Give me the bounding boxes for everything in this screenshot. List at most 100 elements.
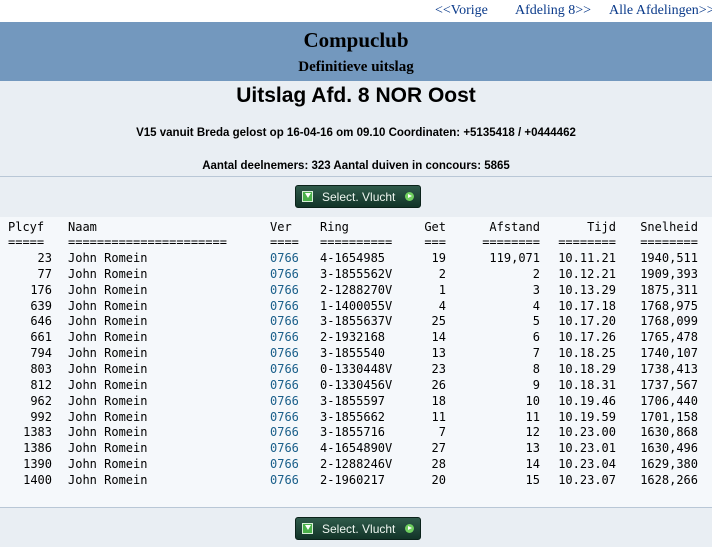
cell-tijd: 10.23.07 xyxy=(558,472,616,487)
cell-afstand: 11 xyxy=(525,409,540,424)
cell-ver[interactable]: 0766 xyxy=(270,457,299,471)
cell-plcyf: 803 xyxy=(30,361,52,376)
cell-snelheid: 1940,511 xyxy=(640,251,698,265)
cell-snelheid: 1768,975 xyxy=(640,298,698,313)
cell-tijd: 10.13.29 xyxy=(558,282,616,297)
cell-ring: 3-1855637V xyxy=(320,314,393,329)
cell-ring: 3-1855662 xyxy=(320,409,386,424)
cell-get: === xyxy=(424,235,446,249)
cell-plcyf: 1386 xyxy=(23,441,52,456)
cell-ver[interactable]: 0766 xyxy=(270,346,299,360)
cell-ver[interactable]: 0766 xyxy=(270,441,299,455)
cell-afstand: 9 xyxy=(532,377,540,392)
cell-get: 19 xyxy=(431,251,446,265)
cell-snelheid: 1629,380 xyxy=(640,457,698,472)
table-row: 962 John Romein 0766 3-1855597 18 10 10.19.46 1… xyxy=(0,394,712,410)
cell-ver[interactable]: 0766 xyxy=(270,425,299,439)
results-table: Plcyf Naam Ver Ring Get Afstand Tijd Snelheid ==… xyxy=(0,217,712,507)
cell-snelheid: 1630,868 xyxy=(640,425,698,440)
cell-plcyf: 1383 xyxy=(23,425,52,440)
cell-snelheid: 1630,496 xyxy=(640,441,698,456)
cell-naam: ====================== xyxy=(68,235,227,249)
participants-info: Aantal deelnemers: 323 Aantal duiven in … xyxy=(202,160,510,172)
top-navigation: <<Vorige Afdeling 8>> Alle Afdelingen>> xyxy=(0,0,712,22)
cell-tijd: 10.18.25 xyxy=(558,346,616,361)
cell-ver[interactable]: 0766 xyxy=(270,394,299,408)
cell-get: Get xyxy=(424,220,446,234)
cell-tijd: 10.19.59 xyxy=(558,409,616,424)
table-row: 77 John Romein 0766 3-1855562V 2 2 10.12.21 190… xyxy=(0,267,712,283)
table-row: 639 John Romein 0766 1-1400055V 4 4 10.17.18 17… xyxy=(0,299,712,315)
cell-ver[interactable]: 0766 xyxy=(270,314,299,328)
cell-naam: John Romein xyxy=(68,361,148,376)
cell-plcyf: 992 xyxy=(30,409,52,424)
cell-ring: 2-1960217 xyxy=(320,472,386,487)
cell-get: 1 xyxy=(438,282,446,297)
cell-afstand: 12 xyxy=(525,425,540,440)
cell-tijd: 10.12.21 xyxy=(558,266,616,281)
cell-naam: John Romein xyxy=(68,282,148,297)
cell-ring: 3-1855562V xyxy=(320,266,393,281)
cell-afstand: 3 xyxy=(532,282,540,297)
cell-ring: 2-1932168 xyxy=(320,330,386,345)
cell-ver[interactable]: 0766 xyxy=(270,473,299,487)
cell-ver[interactable]: 0766 xyxy=(270,267,299,281)
cell-afstand: 14 xyxy=(525,457,540,472)
cell-get: 14 xyxy=(431,330,446,345)
cell-plcyf: 1390 xyxy=(23,457,52,472)
cell-ver[interactable]: 0766 xyxy=(270,251,299,265)
cell-ver[interactable]: 0766 xyxy=(270,378,299,392)
page-title: Uitslag Afd. 8 NOR Oost xyxy=(236,84,476,107)
select-flight-button-bottom[interactable]: Select. Vlucht xyxy=(295,517,421,540)
cell-ring: 4-1654985 xyxy=(320,251,386,265)
cell-naam: Naam xyxy=(68,220,97,234)
table-row: 661 John Romein 0766 2-1932168 14 6 10.17.26 17… xyxy=(0,330,712,346)
cell-snelheid: ======== xyxy=(640,235,698,249)
table-header-row: Plcyf Naam Ver Ring Get Afstand Tijd Snelheid xyxy=(0,220,712,236)
select-flight-button-top[interactable]: Select. Vlucht xyxy=(295,185,421,208)
cell-afstand: 10 xyxy=(525,393,540,408)
cell-get: 20 xyxy=(431,472,446,487)
cell-snelheid: Snelheid xyxy=(640,220,698,234)
button-label: Select. Vlucht xyxy=(322,190,396,204)
cell-snelheid: 1738,413 xyxy=(640,361,698,376)
cell-plcyf: 794 xyxy=(30,346,52,361)
cell-afstand: 13 xyxy=(525,441,540,456)
cell-ring: 2-1288270V xyxy=(320,282,393,297)
table-row: 794 John Romein 0766 3-1855540 13 7 10.18.25 17… xyxy=(0,346,712,362)
cell-ring: Ring xyxy=(320,220,349,234)
cell-get: 27 xyxy=(431,441,446,456)
cell-tijd: 10.17.20 xyxy=(558,314,616,329)
cell-naam: John Romein xyxy=(68,266,148,281)
table-row: 1386 John Romein 0766 4-1654890V 27 13 10.23.0… xyxy=(0,441,712,457)
page-header: Compuclub Definitieve uitslag xyxy=(0,22,712,81)
cell-plcyf: 176 xyxy=(30,282,52,297)
cell-get: 13 xyxy=(431,346,446,361)
cell-ring: 0-1330456V xyxy=(320,377,393,392)
afdeling-link[interactable]: Afdeling 8>> xyxy=(515,3,591,19)
cell-naam: John Romein xyxy=(68,377,148,392)
table-row: 176 John Romein 0766 2-1288270V 1 3 10.13.29 18… xyxy=(0,283,712,299)
cell-ver[interactable]: 0766 xyxy=(270,362,299,376)
cell-ring: ========== xyxy=(320,235,393,249)
cell-ver[interactable]: 0766 xyxy=(270,330,299,344)
cell-naam: John Romein xyxy=(68,346,148,361)
cell-snelheid: 1765,478 xyxy=(640,330,698,345)
cell-ver[interactable]: 0766 xyxy=(270,283,299,297)
cell-naam: John Romein xyxy=(68,441,148,456)
cell-get: 7 xyxy=(438,425,446,440)
cell-ver[interactable]: 0766 xyxy=(270,299,299,313)
table-row: 1383 John Romein 0766 3-1855716 7 12 10.23.00 1… xyxy=(0,425,712,441)
cell-afstand: 15 xyxy=(525,472,540,487)
prev-link[interactable]: <<Vorige xyxy=(435,3,488,19)
cell-afstand: 6 xyxy=(532,330,540,345)
cell-ring: 4-1654890V xyxy=(320,441,393,456)
cell-get: 26 xyxy=(431,377,446,392)
cell-tijd: 10.17.26 xyxy=(558,330,616,345)
all-afdelingen-link[interactable]: Alle Afdelingen>> xyxy=(609,3,712,19)
cell-ver[interactable]: 0766 xyxy=(270,410,299,424)
cell-ver: ==== xyxy=(270,235,299,249)
cell-tijd: 10.18.29 xyxy=(558,361,616,376)
table-row: 992 John Romein 0766 3-1855662 11 11 10.19.59 1… xyxy=(0,410,712,426)
arrow-right-icon xyxy=(405,524,414,533)
